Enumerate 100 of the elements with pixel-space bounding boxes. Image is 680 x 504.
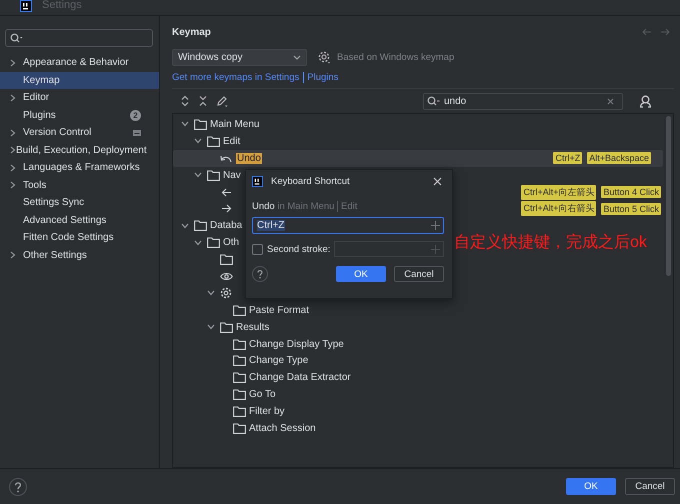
dialog-title: Keyboard Shortcut	[271, 176, 350, 186]
shortcut-badge: Button 4 Click	[601, 186, 661, 198]
action-path: Undo in Main Menu Edit	[252, 201, 358, 212]
folder-icon	[220, 254, 232, 266]
search-field[interactable]	[5, 29, 153, 47]
folder-icon	[232, 304, 246, 316]
search-icon	[10, 33, 23, 43]
sidebar-item[interactable]: Fitten Code Settings	[0, 229, 159, 246]
sidebar-label: Tools	[23, 180, 46, 191]
folder-icon	[232, 338, 246, 350]
shortcut-field[interactable]: Ctrl+Z	[252, 217, 444, 234]
action-label: Nav	[223, 170, 241, 181]
folder-icon	[232, 406, 246, 418]
edit-icon[interactable]	[216, 95, 228, 107]
chevron-down-icon[interactable]	[194, 138, 202, 144]
action-label: Go To	[249, 389, 276, 400]
sidebar-item[interactable]: Keymap	[0, 72, 159, 89]
action-label: Change Display Type	[249, 338, 344, 350]
folder-icon	[206, 136, 220, 147]
link[interactable]: Get more keymaps in Settings	[172, 72, 300, 82]
checkbox[interactable]	[252, 244, 263, 254]
page-title: Keymap	[172, 26, 211, 38]
eye-icon	[220, 272, 232, 281]
based-on-label: Based on Windows keymap	[337, 52, 454, 63]
action-label: Databa	[210, 220, 242, 232]
folder-icon	[232, 389, 246, 400]
sidebar-item[interactable]: Other Settings	[0, 246, 159, 264]
folder-icon	[194, 118, 206, 130]
sidebar-label: Fitten Code Settings	[23, 232, 114, 244]
app-logo-icon	[20, 0, 32, 12]
help-button[interactable]	[9, 478, 27, 496]
sidebar-label: Plugins	[23, 110, 56, 121]
app-logo-icon	[252, 176, 263, 186]
count-badge: 2	[130, 110, 141, 121]
find-shortcut-icon[interactable]	[639, 94, 652, 108]
annotation-text: 自定义快捷键，完成之后ok	[454, 232, 647, 253]
gear-icon	[220, 287, 232, 300]
chevron-down-icon[interactable]	[194, 240, 202, 246]
sidebar-item[interactable]: Version Control	[0, 124, 159, 142]
expand-all-icon[interactable]	[180, 95, 190, 107]
help-icon	[255, 269, 265, 279]
sidebar-item[interactable]: Plugins 2	[0, 106, 159, 124]
action-label: Paste Format	[249, 304, 310, 316]
action-label: Filter by	[249, 406, 285, 418]
action-label: Edit	[223, 136, 240, 147]
link[interactable]: Plugins	[303, 72, 338, 82]
cancel-button[interactable]: Cancel	[625, 478, 675, 495]
sidebar-label: Other Settings	[23, 250, 87, 261]
chevron-down-icon[interactable]	[194, 172, 202, 178]
scrollbar[interactable]	[666, 116, 671, 276]
search-field[interactable]: undo	[423, 92, 623, 110]
action-label: Results	[236, 322, 270, 333]
sidebar-label: Languages & Frameworks	[23, 162, 140, 174]
action-label: Attach Session	[249, 422, 316, 434]
chevron-down-icon[interactable]	[207, 324, 215, 330]
sidebar-item[interactable]: Appearance & Behavior	[0, 54, 159, 72]
chevron-down-icon[interactable]	[181, 121, 189, 128]
action-label: Undo	[236, 152, 262, 164]
sidebar-label: Appearance & Behavior	[23, 57, 129, 68]
cancel-button[interactable]: Cancel	[394, 266, 444, 282]
action-label: Oth	[223, 237, 240, 248]
sidebar-label: Keymap	[23, 74, 60, 86]
shortcut-badge: Ctrl+Alt+向左箭头	[521, 184, 596, 200]
help-icon	[12, 480, 24, 492]
settings-icon[interactable]	[318, 51, 331, 64]
right-arrow-icon	[220, 204, 232, 214]
checkbox-label: Second stroke:	[267, 244, 330, 254]
shortcut-badge: Alt+Backspace	[587, 152, 651, 164]
folder-icon	[232, 372, 246, 384]
ok-button[interactable]: OK	[336, 266, 386, 282]
sidebar-item[interactable]: Editor	[0, 89, 159, 106]
sidebar-label: Settings Sync	[23, 197, 84, 208]
close-icon[interactable]	[433, 176, 442, 186]
search-icon	[427, 96, 440, 106]
chevron-down-icon[interactable]	[181, 222, 189, 229]
folder-icon	[220, 322, 232, 333]
collapse-all-icon[interactable]	[198, 95, 208, 107]
sidebar-item[interactable]: Tools	[0, 176, 159, 194]
sidebar-label: Advanced Settings	[23, 214, 106, 226]
folder-icon	[206, 170, 220, 181]
shortcut-badge: Ctrl+Alt+向右箭头	[521, 201, 596, 216]
ok-button[interactable]: OK	[566, 478, 616, 495]
keymap-dropdown[interactable]: Windows copy	[172, 49, 307, 66]
folder-icon	[206, 237, 220, 248]
shortcut-field[interactable]	[334, 241, 444, 257]
sidebar-item[interactable]: Settings Sync	[0, 194, 159, 212]
left-arrow-icon	[220, 188, 232, 196]
clear-icon[interactable]	[607, 98, 614, 104]
chevron-down-icon[interactable]	[207, 290, 215, 296]
undo-icon	[220, 154, 232, 163]
sidebar-item[interactable]: Languages & Frameworks	[0, 159, 159, 176]
action-label: Main Menu	[210, 118, 260, 130]
action-label: Change Type	[249, 355, 308, 366]
sidebar-label: Editor	[23, 92, 50, 104]
sidebar-item[interactable]: Build, Execution, Deployment	[0, 142, 159, 159]
plus-icon[interactable]	[431, 221, 440, 230]
folder-icon	[232, 422, 246, 434]
help-button[interactable]	[252, 266, 268, 282]
sidebar-item[interactable]: Advanced Settings	[0, 212, 159, 229]
shortcut-badge: Ctrl+Z	[553, 152, 582, 164]
